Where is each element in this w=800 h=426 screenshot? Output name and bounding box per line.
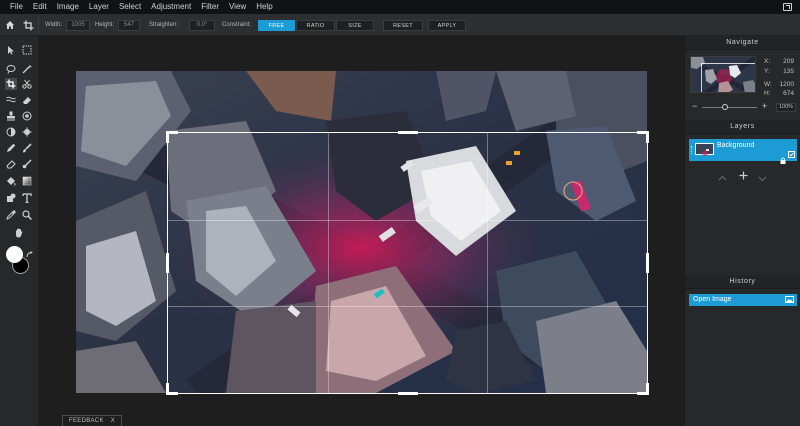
navigate-title: Navigate — [726, 39, 759, 46]
zoom-out-button[interactable]: − — [692, 102, 697, 111]
color-replace-icon[interactable] — [21, 158, 33, 170]
menu-layer[interactable]: Layer — [84, 0, 114, 14]
crop-tool-indicator-icon — [23, 14, 34, 36]
nav-x-value: 209 — [783, 58, 794, 65]
magic-wand-icon[interactable] — [21, 63, 33, 75]
menu-file[interactable]: File — [0, 0, 28, 14]
feedback-label: FEEDBACK — [69, 418, 104, 424]
stamp-icon[interactable] — [5, 110, 17, 122]
layer-move-down-icon[interactable] — [758, 169, 767, 187]
layer-visibility-checkbox[interactable] — [788, 151, 795, 158]
options-bar: Width: 1005 Height: 547 Straighten: 0.0°… — [0, 14, 800, 36]
text-icon[interactable] — [21, 192, 33, 204]
constraint-free-button[interactable]: FREE — [258, 19, 295, 31]
spot-heal-icon[interactable] — [21, 110, 33, 122]
navigator-thumbnail[interactable] — [690, 56, 756, 93]
zoom-slider[interactable] — [702, 107, 757, 108]
zoom-icon[interactable] — [21, 209, 33, 221]
lasso-icon[interactable] — [5, 63, 17, 75]
apply-button[interactable]: APPLY — [428, 19, 466, 31]
straighten-select[interactable]: 0.0° — [189, 19, 215, 31]
layer-thumbnail — [695, 143, 714, 156]
zoom-value-field[interactable]: 100% — [776, 103, 796, 112]
nav-h-label: H: — [764, 90, 771, 97]
crop-icon[interactable] — [5, 78, 17, 90]
layer-item[interactable]: Background — [689, 139, 797, 164]
layer-move-up-icon[interactable] — [718, 168, 727, 186]
nav-y-value: 135 — [783, 68, 794, 75]
constraint-ratio-button[interactable]: RATIO — [296, 19, 335, 31]
menu-edit[interactable]: Edit — [28, 0, 52, 14]
eyedropper-icon[interactable] — [5, 209, 17, 221]
menu-view[interactable]: View — [224, 0, 251, 14]
history-item-label: Open Image — [693, 296, 732, 303]
nav-y-row: Y: 135 — [764, 68, 794, 75]
nav-w-label: W: — [764, 81, 772, 88]
menu-help[interactable]: Help — [251, 0, 277, 14]
foreground-color-swatch[interactable] — [6, 246, 23, 263]
zoom-slider-thumb[interactable] — [722, 104, 728, 110]
navigate-panel-header[interactable]: Navigate — [685, 36, 800, 50]
history-title: History — [729, 278, 756, 285]
tools-panel — [0, 36, 38, 426]
straighten-label: Straighten: — [149, 22, 179, 28]
marquee-icon[interactable] — [21, 44, 33, 56]
brush-icon[interactable] — [21, 142, 33, 154]
width-label: Width: — [45, 22, 63, 28]
menu-filter[interactable]: Filter — [196, 0, 224, 14]
reset-button[interactable]: RESET — [383, 19, 423, 31]
liquify-icon[interactable] — [5, 94, 17, 106]
scissors-icon[interactable] — [21, 78, 33, 90]
history-item[interactable]: Open Image — [689, 294, 797, 306]
crop-handle-left[interactable] — [166, 253, 169, 273]
fullscreen-icon[interactable] — [783, 3, 792, 11]
swap-colors-icon[interactable] — [26, 246, 34, 258]
history-image-icon — [785, 296, 794, 303]
nav-w-row: W: 1200 — [764, 81, 794, 88]
height-label: Height: — [95, 22, 115, 28]
constraint-size-button[interactable]: SIZE — [336, 19, 374, 31]
menu-image[interactable]: Image — [52, 0, 84, 14]
menu-bar: File Edit Image Layer Select Adjustment … — [0, 0, 800, 14]
right-panel: Navigate X: 209 Y: 135 W: 1200 H: 674 − + 10… — [684, 36, 800, 426]
width-input[interactable]: 1005 — [66, 19, 90, 31]
layers-panel-header[interactable]: Layers — [685, 120, 800, 134]
crop-handle-top[interactable] — [397, 131, 418, 134]
gradient-icon[interactable] — [21, 175, 33, 187]
menu-adjustment[interactable]: Adjustment — [146, 0, 196, 14]
home-icon[interactable] — [5, 14, 15, 36]
crop-selection[interactable] — [166, 131, 649, 395]
feedback-close-button[interactable]: X — [111, 418, 115, 424]
height-input[interactable]: 547 — [118, 19, 140, 31]
bucket-icon[interactable] — [5, 175, 17, 187]
history-panel-header[interactable]: History — [685, 275, 800, 289]
hand-icon[interactable] — [13, 227, 25, 239]
zoom-in-button[interactable]: + — [762, 102, 767, 111]
nav-x-row: X: 209 — [764, 58, 794, 65]
move-icon[interactable] — [5, 44, 17, 56]
nav-h-row: H: 674 — [764, 90, 794, 97]
nav-y-label: Y: — [764, 68, 770, 75]
eraser-alt-icon[interactable] — [5, 158, 17, 170]
menu-select[interactable]: Select — [114, 0, 146, 14]
nav-x-label: X: — [764, 58, 771, 65]
layers-title: Layers — [730, 123, 755, 130]
burn-icon[interactable] — [21, 126, 33, 138]
layer-name[interactable]: Background — [717, 142, 754, 149]
pencil-icon[interactable] — [5, 142, 17, 154]
nav-h-value: 674 — [783, 90, 794, 97]
feedback-tab[interactable]: FEEDBACK X — [62, 415, 123, 426]
smudge-icon[interactable] — [5, 126, 17, 138]
shape-icon[interactable] — [5, 192, 17, 204]
layer-lock-icon[interactable] — [780, 151, 786, 169]
add-layer-button[interactable] — [739, 167, 748, 185]
canvas-workspace: FEEDBACK X — [38, 36, 684, 426]
crop-handle-right[interactable] — [646, 253, 649, 273]
layer-drag-handle-icon[interactable] — [691, 146, 693, 154]
constraint-label: Constraint: — [222, 22, 252, 28]
nav-w-value: 1200 — [779, 81, 794, 88]
eraser-icon[interactable] — [21, 94, 33, 106]
crop-handle-bottom[interactable] — [397, 392, 418, 395]
